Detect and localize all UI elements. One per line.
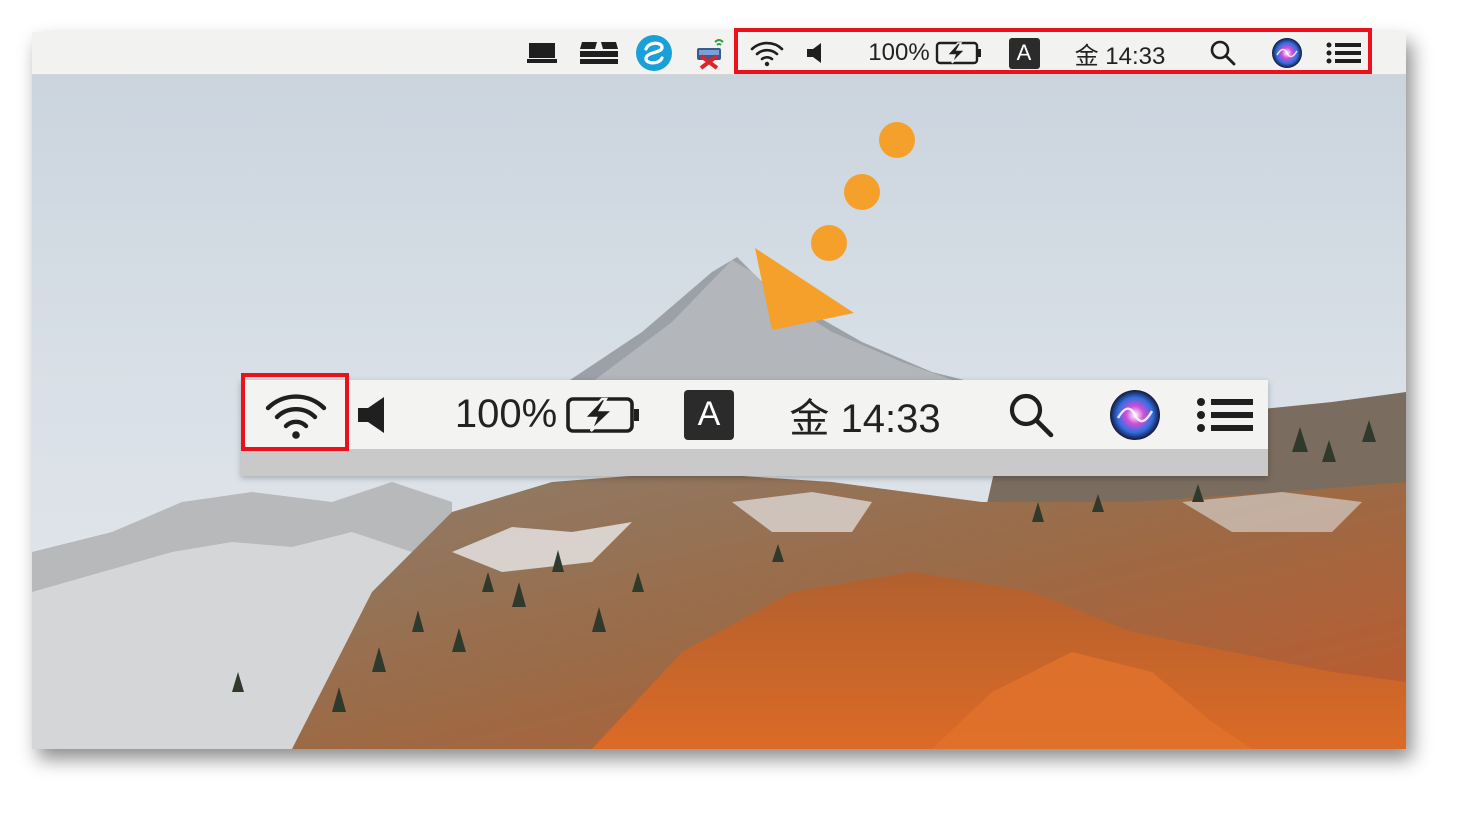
mac-desktop-screen: 100% A 金 14:33 100% A 金 14:33 (32, 32, 1406, 749)
seagate-sync-icon[interactable] (634, 32, 674, 74)
input-source-label: A (684, 389, 734, 440)
speaker-icon[interactable] (351, 380, 393, 449)
magnifier-icon[interactable] (1005, 380, 1057, 449)
input-source-indicator[interactable]: A (681, 380, 737, 449)
wifi-highlight (241, 373, 349, 451)
display-mirror-icon[interactable] (524, 32, 560, 74)
notification-center-icon[interactable] (1193, 380, 1257, 449)
siri-icon[interactable] (1107, 380, 1163, 449)
battery-percentage[interactable]: 100% (451, 380, 561, 449)
zoomed-menubar: 100% A 金 14:33 (241, 380, 1268, 449)
vpn-disconnected-icon[interactable] (690, 32, 730, 74)
menubar-status-highlight (734, 28, 1372, 74)
zoomed-menubar-callout: 100% A 金 14:33 (241, 380, 1268, 476)
battery-charging-icon[interactable] (563, 380, 643, 449)
clock[interactable]: 金 14:33 (779, 380, 951, 449)
dropbox-icon[interactable] (577, 32, 621, 74)
tutorial-figure: 100% A 金 14:33 100% A 金 14:33 (0, 0, 1471, 815)
